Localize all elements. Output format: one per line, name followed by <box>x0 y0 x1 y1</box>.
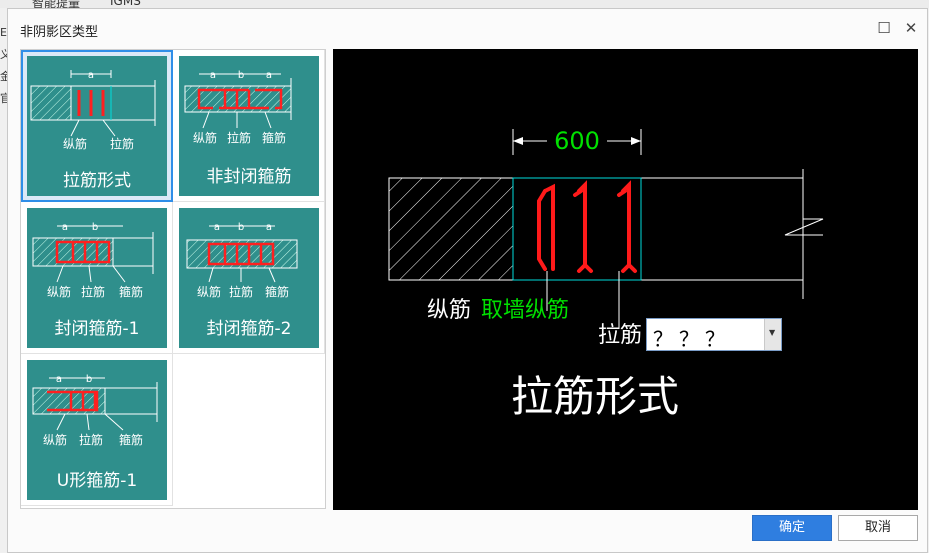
tie-spec-dropdown-button[interactable]: ▼ <box>764 319 781 350</box>
tie-label: 拉筋 <box>598 323 642 348</box>
type-title: U形箍筋-1 <box>56 471 138 491</box>
type-thumbnail: a b a 纵筋 拉筋 箍筋 封闭箍筋-2 <box>179 208 319 348</box>
type-title: 封闭箍筋-1 <box>54 319 140 339</box>
type-thumbnail: a b 纵筋 拉筋 箍筋 封闭箍筋-1 <box>27 208 167 348</box>
type-option-tie-form[interactable]: a 纵筋 拉筋 拉筋形式 <box>21 50 173 202</box>
longitudinal-rebar-label: 纵筋 <box>43 432 67 447</box>
longitudinal-rebar-label: 纵筋 <box>193 130 217 145</box>
dimension-b-label: b <box>238 70 244 81</box>
longitudinal-rebar-value: 取墙纵筋 <box>481 298 569 323</box>
maximize-icon[interactable]: ☐ <box>874 18 894 38</box>
dimension-b-label: b <box>86 374 92 385</box>
stirrup-label: 箍筋 <box>262 130 286 145</box>
dimension-b-label: b <box>92 222 98 233</box>
type-option-open-stirrup[interactable]: a b a 纵筋 拉筋 箍筋 非封闭箍筋 <box>173 50 325 202</box>
type-option-closed-stirrup-1[interactable]: a b 纵筋 拉筋 箍筋 封闭箍筋-1 <box>21 202 173 354</box>
type-title: 封闭箍筋-2 <box>206 319 292 339</box>
background-menu-item: IGMS <box>110 0 141 8</box>
dimension-a-label: a <box>88 70 94 81</box>
type-thumbnail: a 纵筋 拉筋 拉筋形式 <box>27 56 167 196</box>
stirrup-label: 箍筋 <box>119 284 143 299</box>
tie-label: 拉筋 <box>110 136 134 151</box>
preview-caption: 拉筋形式 <box>511 372 679 421</box>
dimension-a-label: a <box>266 222 272 233</box>
type-thumbnail: a b 纵筋 拉筋 箍筋 U形箍筋-1 <box>27 360 167 500</box>
type-title: 非封闭箍筋 <box>206 167 292 187</box>
tie-label: 拉筋 <box>227 130 251 145</box>
dimension-label: 600 <box>554 127 600 155</box>
longitudinal-rebar-label: 纵筋 <box>427 298 471 323</box>
type-option-u-stirrup-1[interactable]: a b 纵筋 拉筋 箍筋 U形箍筋-1 <box>21 354 173 506</box>
dimension-a-label: a <box>56 374 62 385</box>
tie-label: 拉筋 <box>81 284 105 299</box>
ok-button[interactable]: 确定 <box>752 515 832 541</box>
chevron-down-icon: ▼ <box>769 328 776 337</box>
longitudinal-rebar-label: 纵筋 <box>197 284 221 299</box>
tie-spec-combo[interactable]: ？？？ ▼ <box>646 318 782 351</box>
type-title: 拉筋形式 <box>63 171 131 191</box>
type-list: a 纵筋 拉筋 拉筋形式 a b a 纵筋 拉筋 箍筋 非封闭箍筋 a b 纵筋… <box>20 49 326 509</box>
type-thumbnail: a b a 纵筋 拉筋 箍筋 非封闭箍筋 <box>179 56 319 196</box>
stirrup-label: 箍筋 <box>265 284 289 299</box>
preview-canvas: 600 纵筋 取墙纵筋 拉筋 拉筋形式 ？？？ ▼ <box>333 49 918 510</box>
preview-drawing: 600 纵筋 取墙纵筋 拉筋 拉筋形式 <box>388 127 824 421</box>
tie-label: 拉筋 <box>229 284 253 299</box>
longitudinal-rebar-label: 纵筋 <box>63 136 87 151</box>
stirrup-label: 箍筋 <box>119 432 143 447</box>
longitudinal-rebar-label: 纵筋 <box>47 284 71 299</box>
dimension-b-label: b <box>238 222 244 233</box>
dimension-a-label: a <box>210 70 216 81</box>
tie-spec-value[interactable]: ？？？ <box>653 323 731 352</box>
tie-label: 拉筋 <box>79 432 103 447</box>
dimension-a-label: a <box>214 222 220 233</box>
cancel-button[interactable]: 取消 <box>838 515 918 541</box>
non-shaded-area-type-dialog: 非阴影区类型 ☐ ✕ a 纵筋 拉筋 拉筋形式 a b a 纵筋 拉筋 箍筋 非… <box>7 8 928 553</box>
close-icon[interactable]: ✕ <box>901 18 921 38</box>
dimension-a-label: a <box>266 70 272 81</box>
dimension-a-label: a <box>62 222 68 233</box>
dialog-title: 非阴影区类型 <box>20 25 99 40</box>
type-option-closed-stirrup-2[interactable]: a b a 纵筋 拉筋 箍筋 封闭箍筋-2 <box>173 202 325 354</box>
